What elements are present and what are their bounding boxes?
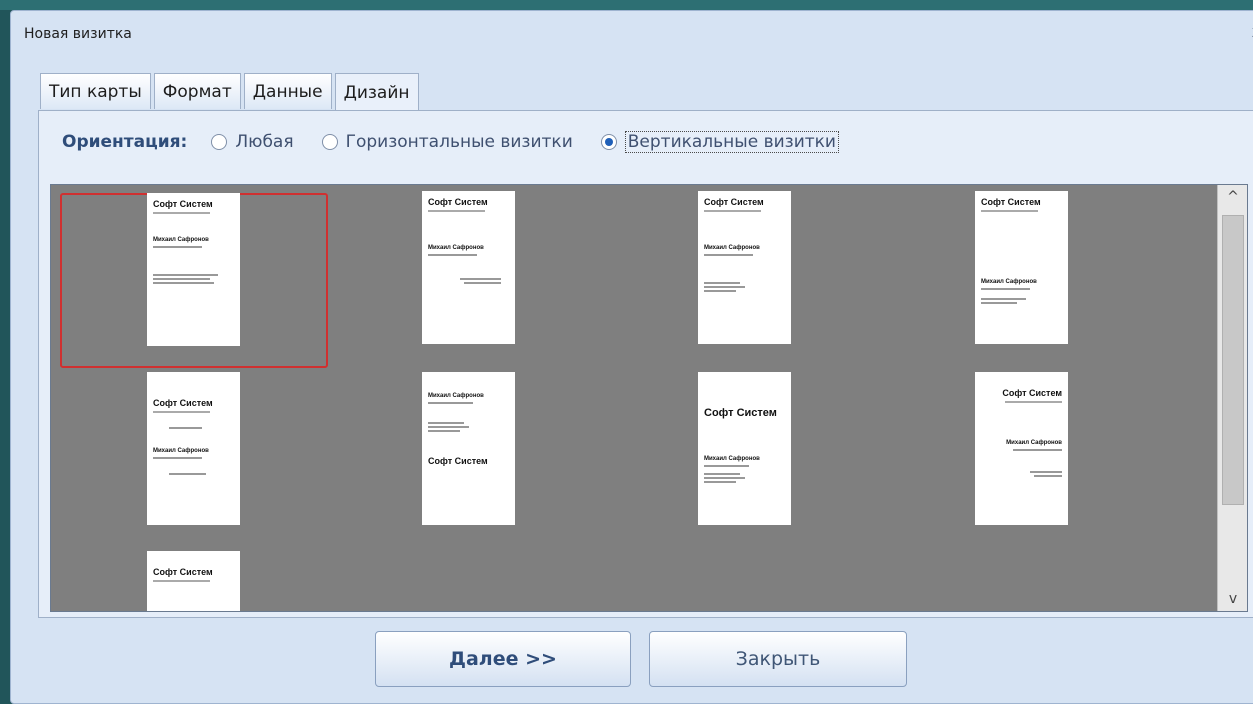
new-card-dialog: Новая визитка x Тип карты Формат Данные … [10, 10, 1253, 704]
card-name: Михаил Сафронов [428, 245, 484, 251]
template-card[interactable]: Софт Систем Михаил Сафронов [698, 372, 791, 525]
template-card[interactable]: Софт Систем Михаил Сафронов [422, 191, 515, 344]
radio-any-label: Любая [235, 132, 294, 152]
gallery-scrollbar[interactable]: ^ v [1217, 185, 1247, 611]
scrollbar-thumb[interactable] [1222, 215, 1244, 505]
radio-horizontal-label: Горизонтальные визитки [345, 132, 573, 152]
card-company: Софт Систем [428, 456, 488, 466]
next-button[interactable]: Далее >> [375, 631, 631, 687]
template-card[interactable]: Софт Систем [147, 551, 240, 611]
card-company: Софт Систем [704, 407, 777, 419]
tab-design[interactable]: Дизайн [334, 73, 419, 111]
card-company: Софт Систем [1002, 388, 1062, 398]
template-card[interactable]: Михаил Сафронов Софт Систем [422, 372, 515, 525]
card-name: Михаил Сафронов [1006, 440, 1062, 446]
scroll-up-icon[interactable]: ^ [1218, 189, 1247, 205]
radio-horizontal-dot[interactable] [321, 134, 338, 150]
card-name: Михаил Сафронов [153, 448, 209, 454]
radio-any[interactable]: Любая [211, 132, 294, 152]
card-name: Михаил Сафронов [704, 456, 760, 462]
radio-vertical[interactable]: Вертикальные визитки [600, 131, 839, 153]
scroll-down-icon[interactable]: v [1218, 591, 1247, 607]
template-card[interactable]: Софт Систем Михаил Сафронов [975, 372, 1068, 525]
card-name: Михаил Сафронов [153, 237, 209, 243]
card-name: Михаил Сафронов [428, 393, 484, 399]
radio-vertical-dot[interactable] [600, 134, 617, 150]
tab-bar: Тип карты Формат Данные Дизайн [40, 73, 422, 111]
desktop-background [0, 0, 1253, 10]
close-button[interactable]: Закрыть [649, 631, 907, 687]
tab-format[interactable]: Формат [153, 73, 241, 109]
design-panel: Ориентация: Любая Горизонтальные визитки… [38, 110, 1253, 618]
radio-any-dot[interactable] [211, 134, 228, 150]
orientation-row: Ориентация: Любая Горизонтальные визитки… [62, 131, 867, 153]
template-card[interactable]: Софт Систем Михаил Сафронов [698, 191, 791, 344]
card-company: Софт Систем [428, 197, 488, 207]
template-card[interactable]: Софт Систем Михаил Сафронов [147, 193, 240, 346]
card-company: Софт Систем [153, 567, 213, 577]
template-gallery: Софт Систем Михаил Сафронов Софт Систем … [50, 184, 1248, 612]
template-card[interactable]: Софт Систем Михаил Сафронов [147, 372, 240, 525]
template-card[interactable]: Софт Систем Михаил Сафронов [975, 191, 1068, 344]
tab-data[interactable]: Данные [243, 73, 332, 109]
tab-card-type[interactable]: Тип карты [40, 73, 151, 109]
dialog-title: Новая визитка [24, 26, 132, 42]
card-company: Софт Систем [153, 398, 213, 408]
radio-vertical-label: Вертикальные визитки [624, 131, 839, 153]
card-name: Михаил Сафронов [981, 279, 1037, 285]
card-company: Софт Систем [704, 197, 764, 207]
card-name: Михаил Сафронов [704, 245, 760, 251]
card-company: Софт Систем [981, 197, 1041, 207]
orientation-label: Ориентация: [62, 132, 188, 152]
radio-horizontal[interactable]: Горизонтальные визитки [321, 132, 573, 152]
card-company: Софт Систем [153, 199, 213, 209]
